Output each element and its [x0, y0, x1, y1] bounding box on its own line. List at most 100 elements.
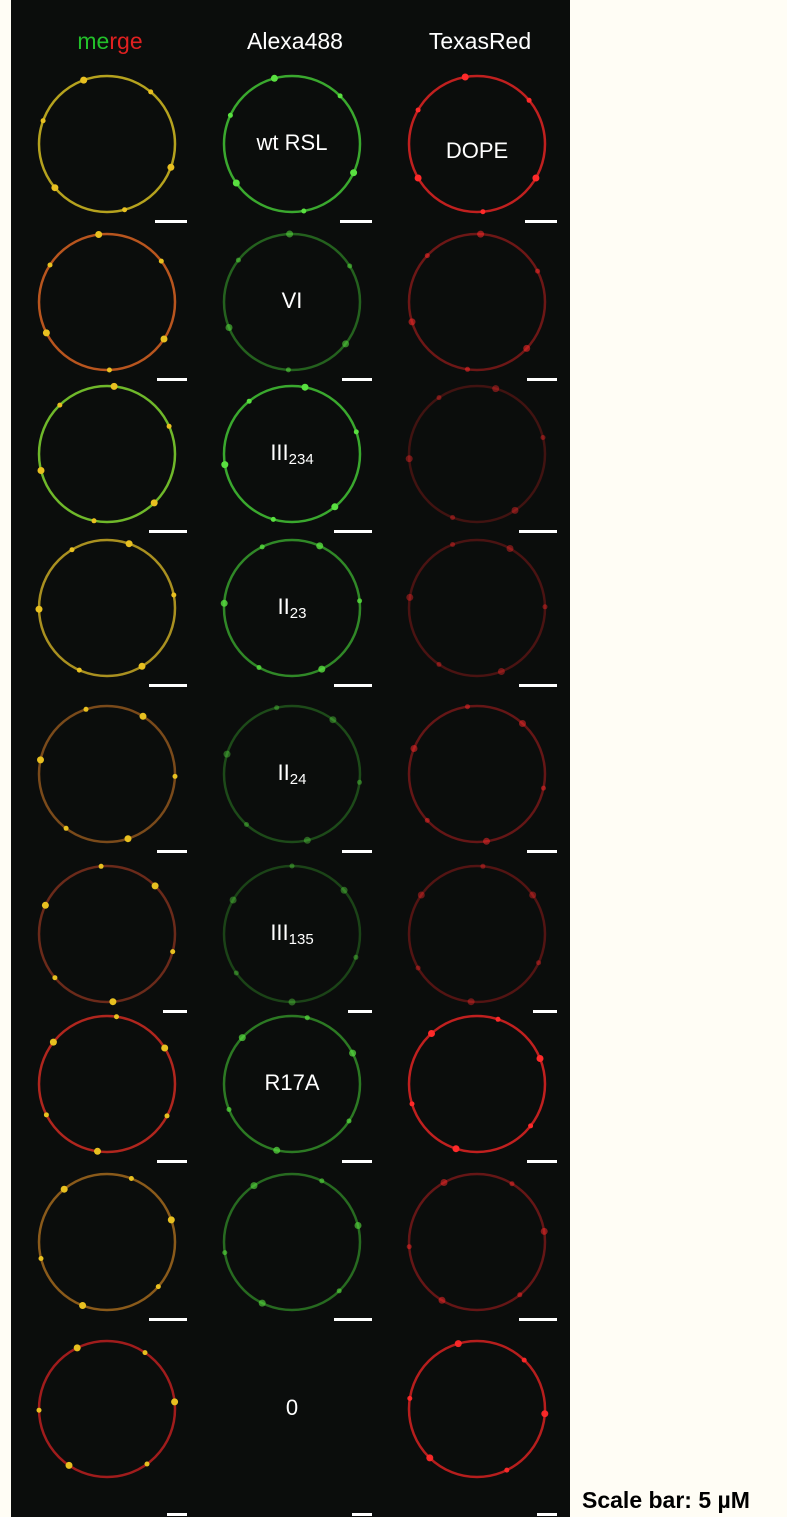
membrane-punctum — [289, 863, 295, 869]
membrane-punctum — [63, 825, 69, 831]
scale-bar — [342, 850, 372, 853]
membrane-punctum — [405, 455, 413, 463]
vesicle-ring — [405, 384, 547, 524]
membrane-punctum — [414, 174, 422, 182]
membrane-punctum — [106, 367, 112, 373]
membrane-punctum — [331, 503, 339, 511]
membrane-punctum — [465, 704, 470, 710]
membrane-punctum — [428, 1030, 435, 1037]
construct-name: R17A — [264, 1070, 320, 1095]
vesicle-ring — [407, 704, 547, 845]
scale-bar — [334, 530, 372, 533]
membrane-punctum — [42, 329, 50, 337]
membrane-punctum — [467, 998, 475, 1006]
membrane-punctum — [51, 184, 59, 192]
construct-label: II23 — [212, 594, 372, 627]
membrane-punctum — [285, 367, 291, 373]
membrane-punctum — [347, 263, 353, 269]
membrane-punctum — [148, 89, 154, 95]
vesicle-row: II24 — [11, 700, 570, 860]
alexa488-vesicle — [220, 1168, 380, 1328]
membrane-punctum — [415, 107, 421, 113]
membrane-punctum — [109, 998, 117, 1006]
membrane-punctum — [142, 1350, 148, 1356]
construct-name: 0 — [285, 1395, 299, 1420]
membrane-punctum — [406, 1244, 412, 1250]
vesicle-membrane — [407, 538, 547, 678]
vesicle-membrane — [37, 704, 177, 844]
membrane-punctum — [540, 1227, 548, 1235]
membrane-punctum — [318, 665, 326, 673]
membrane-punctum — [259, 544, 265, 550]
membrane-punctum — [160, 335, 168, 343]
membrane-punctum — [128, 1176, 134, 1181]
membrane-punctum — [167, 1216, 175, 1224]
membrane-punctum — [541, 785, 546, 791]
vesicle-membrane — [407, 1172, 547, 1312]
membrane-punctum — [480, 209, 486, 215]
header-merge-r: r — [109, 28, 118, 54]
membrane-punctum — [526, 97, 532, 103]
membrane-punctum — [238, 1034, 246, 1042]
construct-name: wt RSL — [256, 130, 328, 155]
membrane-punctum — [511, 506, 519, 514]
membrane-punctum — [171, 592, 177, 598]
scale-bar — [519, 684, 557, 687]
membrane-punctum — [509, 1181, 515, 1187]
construct-label: II24 — [212, 760, 372, 793]
construct-subscript: 24 — [289, 771, 307, 788]
construct-subscript: 23 — [289, 605, 307, 622]
scale-bar — [340, 220, 372, 223]
header-texasred: TexasRed — [428, 28, 532, 54]
scale-bar — [334, 684, 372, 687]
membrane-punctum — [528, 1123, 534, 1129]
vesicle-ring — [407, 230, 547, 372]
scale-bar — [519, 530, 557, 533]
scale-bar — [525, 220, 557, 223]
membrane-punctum — [49, 1038, 57, 1046]
membrane-punctum — [43, 1112, 49, 1118]
construct-label: R17A — [212, 1070, 372, 1096]
scale-bar — [527, 850, 557, 853]
membrane-punctum — [114, 1014, 119, 1020]
vesicle-row: wt RSL DOPE — [11, 70, 570, 230]
vesicle-ring — [37, 382, 177, 524]
membrane-punctum — [73, 1344, 81, 1352]
membrane-punctum — [227, 112, 233, 118]
membrane-punctum — [274, 705, 280, 711]
vesicle-row: III135 — [11, 860, 570, 1020]
membrane-punctum — [532, 174, 540, 182]
membrane-punctum — [80, 76, 88, 84]
membrane-punctum — [426, 1454, 434, 1462]
scale-bar — [334, 1318, 372, 1321]
texasred-vesicle — [405, 1168, 565, 1328]
membrane-punctum — [122, 207, 128, 213]
membrane-punctum — [124, 835, 132, 843]
membrane-punctum — [232, 179, 240, 187]
scale-bar-caption: Scale bar: 5 µM — [582, 1487, 750, 1513]
vesicle-ring — [406, 1172, 548, 1312]
merge-vesicle — [35, 860, 195, 1020]
membrane-punctum — [438, 1296, 446, 1304]
membrane-punctum — [258, 1299, 266, 1307]
membrane-punctum — [541, 1410, 549, 1418]
membrane-punctum — [301, 208, 307, 214]
merge-vesicle — [35, 380, 195, 540]
membrane-punctum — [35, 605, 43, 613]
membrane-punctum — [340, 886, 348, 894]
membrane-punctum — [417, 891, 425, 899]
membrane-punctum — [155, 1284, 161, 1290]
membrane-punctum — [406, 593, 414, 601]
membrane-punctum — [436, 661, 442, 667]
construct-subscript: 135 — [288, 931, 314, 948]
membrane-punctum — [144, 1461, 150, 1467]
membrane-punctum — [336, 1288, 342, 1294]
scale-bar — [149, 1318, 187, 1321]
membrane-punctum — [519, 720, 526, 727]
scale-bar — [519, 1318, 557, 1321]
membrane-punctum — [250, 1182, 258, 1190]
vesicle-ring — [406, 538, 548, 678]
membrane-punctum — [424, 817, 430, 823]
header-merge-e2: e — [129, 28, 143, 54]
membrane-punctum — [222, 1250, 228, 1256]
